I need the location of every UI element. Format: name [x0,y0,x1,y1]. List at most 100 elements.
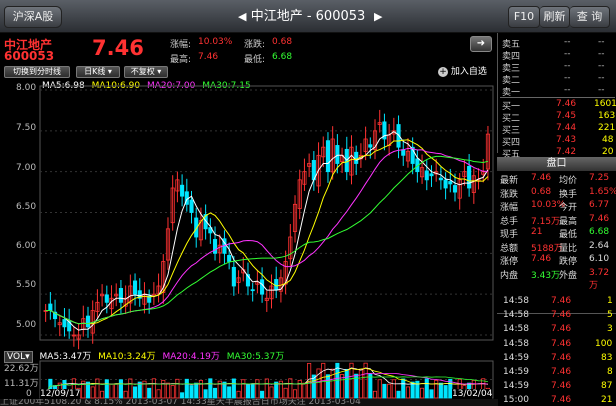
ask-row: 卖五 -- -- [498,37,616,50]
candle [448,181,453,185]
volume-bar [95,378,100,399]
candle [325,140,331,173]
volume-bar [250,383,255,399]
tick-row: 14:58 7.46 5 [497,310,616,323]
panel-value: 7.46 [531,254,552,264]
vol-tick: 0 [26,389,32,399]
f10-button[interactable]: F10 [508,6,540,28]
vol-tick: 22.62万 [4,364,39,374]
bid-row: 买四 7.43 48 [498,135,616,148]
volume-bar [330,368,335,399]
panel-row: 现手 21 最低 6.68 [497,227,616,240]
volume-bar [391,379,396,399]
volume-bar [434,379,439,399]
candle [438,177,443,181]
plus-icon: + [438,67,448,77]
volume-bar [114,383,119,399]
quote-panel: 最新 7.46 均价 7.25 涨跌 0.68 换手 1.65% 涨幅 10.03% 今开 6.77 总… [497,173,616,291]
next-stock-icon[interactable]: ▶ [374,10,382,23]
tick-volume: 21 [601,395,613,406]
tick-volume: 3 [607,324,613,335]
vol-ma10-legend: MA10:3.24万 [98,352,156,362]
vol-ma10-line [45,367,488,394]
volume-bar [325,374,331,399]
panel-label: 换手 [559,189,578,200]
panel-label: 涨停 [500,257,519,267]
switch-intraday-button[interactable]: 切换到分时线 [4,66,70,78]
volume-bar [302,382,307,399]
add-watchlist-button[interactable]: + 加入自选 [438,64,487,77]
panel-label: 最新 [500,176,519,186]
panel-value: 7.46 [531,173,552,183]
tick-list[interactable]: 14:58 7.46 1 14:58 7.46 5 14:58 7.46 3 14:58 7.46 1… [497,284,616,406]
panel-row: 总手 7.15万 最高 7.46 [497,214,616,227]
volume-bar [161,379,166,399]
panel-label: 涨跌 [500,189,519,200]
period-label: 日K线 [84,67,106,76]
candle [260,279,265,295]
tick-time: 14:58 [503,338,529,349]
vol-ma5-legend: MA5:3.47万 [39,352,92,362]
change-label: 涨跌: [244,40,266,50]
tick-time: 14:59 [503,352,529,363]
tick-volume: 5 [607,310,613,321]
tick-price: 7.46 [551,381,572,392]
volume-bar [443,385,448,399]
volume-bar [424,378,429,399]
candle [443,179,448,189]
ask-volume: -- [598,37,605,47]
volume-bar [118,379,123,399]
panel-value: 0.68 [531,186,552,197]
candle [452,185,458,193]
bid-row: 买三 7.44 221 [498,123,616,136]
volume-bar [227,386,232,399]
panel-label: 外盘 [559,270,578,281]
date-start: 12/09/17 [40,389,81,399]
adjust-label: 不复权 [130,67,155,76]
tick-time: 14:59 [503,381,529,392]
candle [180,184,185,197]
volume-bar [297,379,302,399]
price-tick: 7.00 [16,163,37,173]
volume-bar [264,378,269,399]
period-select[interactable]: 日K线 ▾ [76,66,120,78]
candle [401,149,406,156]
panel-label: 涨幅 [500,203,519,213]
panel-label: 量比 [559,243,578,254]
tick-price: 7.46 [551,352,572,363]
tick-row: 14:59 7.46 8 [497,367,616,380]
current-price: 7.46 [92,36,144,60]
candle [354,151,359,164]
candle [429,173,434,177]
share-icon[interactable]: ➜ [470,36,492,52]
refresh-button[interactable]: 刷新 [540,6,570,28]
volume-bar [128,378,133,399]
tick-price: 7.46 [551,310,572,321]
tick-time: 14:58 [503,310,529,321]
tick-time: 14:58 [503,324,529,335]
volume-bar [189,385,194,399]
volume-bar [245,383,251,399]
panel-row: 涨幅 10.03% 今开 6.77 [497,200,616,213]
tick-row: 14:58 7.46 100 [497,339,616,352]
adjust-select[interactable]: 不复权 ▾ [124,66,168,78]
volume-bar [212,387,218,399]
candle [132,280,138,295]
top-bar: 沪深A股 ◀ 中江地产 - 600053 ▶ F10 刷新 查 询 [0,0,616,33]
ask-price: -- [564,85,571,95]
candle [104,294,109,303]
back-button[interactable]: 沪深A股 [4,6,62,28]
panel-value: 6.10 [589,254,610,264]
bid-price: 7.46 [556,99,577,109]
panel-label: 总额 [500,243,519,254]
volume-bar [372,390,378,399]
tick-volume: 83 [601,352,613,363]
vol-ma20-line [45,372,488,394]
query-button[interactable]: 查 询 [570,6,610,28]
panel-row: 内盘 3.43万 外盘 3.72万 [497,268,616,291]
bid-volume: 221 [598,123,616,133]
stock-code: 600053 [4,49,55,63]
panel-value: 7.25 [589,173,610,183]
vol-ma20-legend: MA20:4.19万 [162,352,220,362]
volume-bar [274,381,279,399]
